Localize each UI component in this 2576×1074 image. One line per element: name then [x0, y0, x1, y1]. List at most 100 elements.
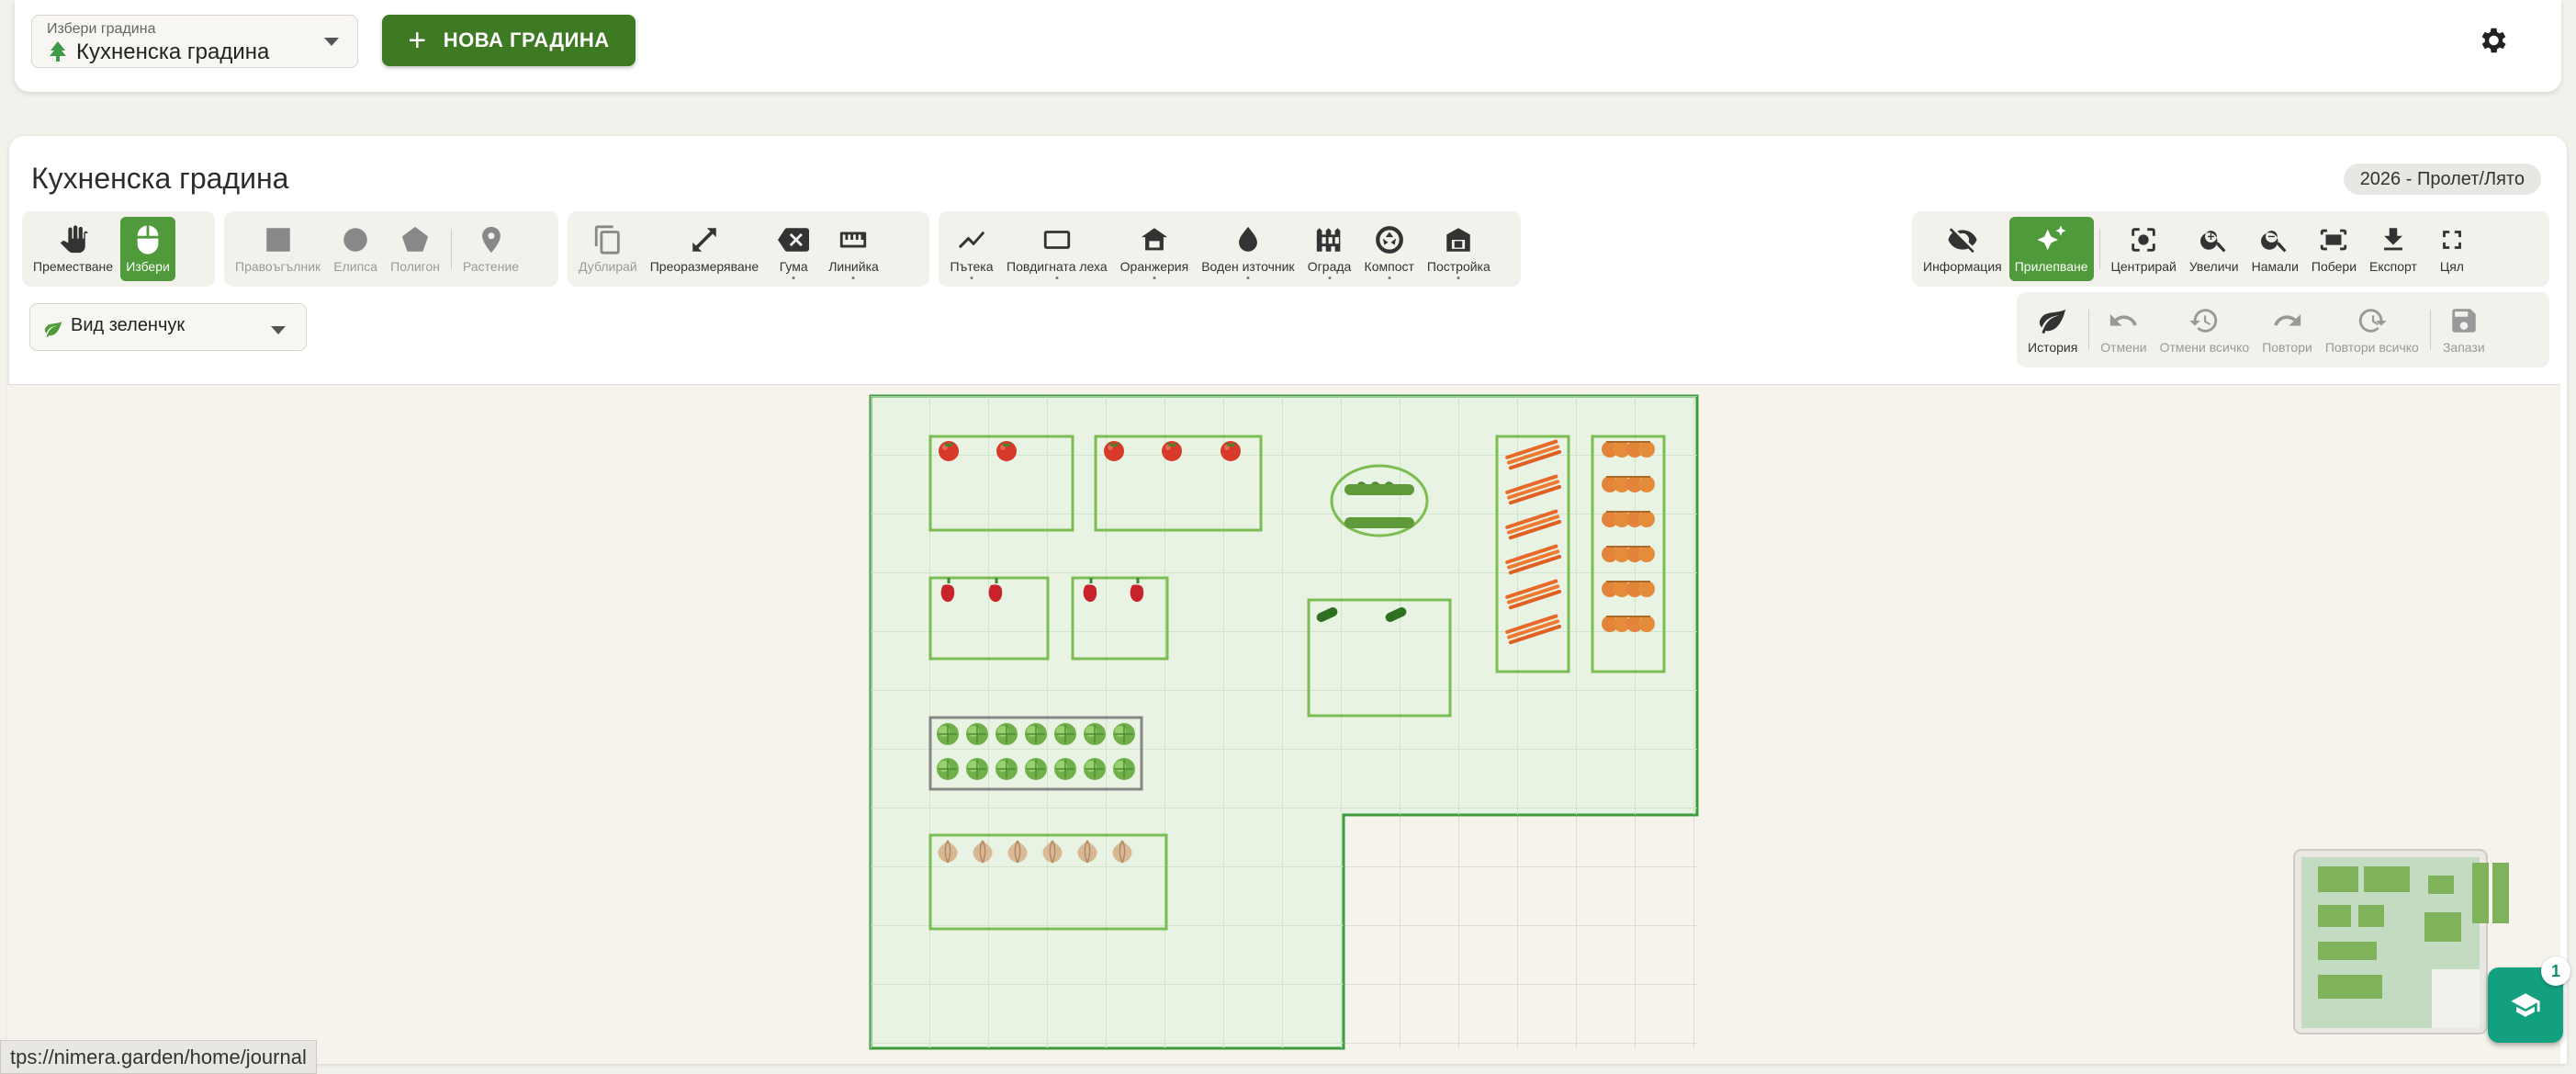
water-drop-icon [1238, 226, 1257, 252]
zoom-out-label: Намали [2251, 259, 2299, 274]
garden-canvas-svg[interactable] [7, 385, 2560, 1064]
rectangle-button[interactable]: Правоъгълник [230, 217, 326, 281]
sparkle-icon [2037, 225, 2066, 251]
undo-button[interactable]: Отмени [2095, 298, 2152, 362]
compost-button[interactable]: Компост [1359, 217, 1420, 281]
redo-all-button[interactable]: Повтори всичко [2320, 298, 2424, 362]
move-button[interactable]: Преместване [28, 217, 118, 281]
undo-all-button[interactable]: Отмени всичко [2154, 298, 2255, 362]
zoom-out-button[interactable]: Намали [2246, 217, 2304, 281]
menu-dot [792, 277, 795, 279]
undo-all-label: Отмени всичко [2159, 340, 2250, 355]
tomato-icon [1162, 441, 1182, 461]
polygon-button[interactable]: Полигон [385, 217, 445, 281]
plant-button[interactable]: Растение [457, 217, 524, 281]
menu-dot [1153, 277, 1156, 279]
vegetable-type-value: Вид зеленчук [71, 315, 186, 335]
redo-button[interactable]: Повтори [2256, 298, 2318, 362]
help-button[interactable]: 1 [2488, 956, 2570, 1043]
path-label: Пътека [950, 259, 994, 274]
eye-off-icon [1948, 228, 1977, 254]
duplicate-button[interactable]: Дублирай [573, 217, 643, 281]
snap-button[interactable]: Прилепване [2008, 217, 2094, 281]
fence-button[interactable]: Ограда [1302, 217, 1357, 281]
info-button[interactable]: Информация [1918, 217, 2008, 281]
water-source-button[interactable]: Воден източник [1196, 217, 1299, 281]
center-focus-icon [2132, 228, 2155, 252]
tree-icon [50, 41, 66, 62]
eraser-button[interactable]: Гума [766, 217, 821, 281]
eraser-label: Гума [779, 259, 808, 274]
menu-dot [1388, 277, 1391, 279]
graduation-cap-icon [2511, 993, 2540, 1017]
rectangle-label: Правоъгълник [235, 259, 321, 274]
garden-canvas[interactable] [7, 384, 2560, 1064]
compost-label: Компост [1364, 259, 1414, 274]
duplicate-label: Дублирай [579, 259, 637, 274]
tomato-icon [1221, 441, 1241, 461]
export-label: Експорт [2369, 259, 2417, 274]
fit-label: Побери [2311, 259, 2357, 274]
raised-bed-button[interactable]: Повдигната леха [1001, 217, 1113, 281]
divider [2088, 310, 2090, 350]
lettuce-icon [1112, 757, 1136, 781]
new-garden-button[interactable]: + НОВА ГРАДИНА [382, 15, 636, 66]
path-button[interactable]: Пътека [944, 217, 999, 281]
menu-dot [1457, 277, 1460, 279]
lettuce-icon [965, 722, 989, 746]
fit-button[interactable]: Побери [2306, 217, 2362, 281]
gear-icon[interactable] [2476, 24, 2509, 57]
chevron-down-icon [324, 38, 339, 46]
building-button[interactable]: Постройка [1422, 217, 1496, 281]
resize-label: Преоразмеряване [649, 259, 759, 274]
move-label: Преместване [33, 259, 114, 274]
minimap[interactable] [2293, 849, 2509, 1034]
ruler-button[interactable]: Линийка [823, 217, 884, 281]
center-button[interactable]: Центрирай [2106, 217, 2182, 281]
export-button[interactable]: Експорт [2364, 217, 2423, 281]
redo-label: Повтори [2262, 340, 2312, 355]
resize-button[interactable]: Преоразмеряване [645, 217, 764, 281]
history-label: История [2028, 340, 2078, 355]
greenhouse-button[interactable]: Оранжерия [1115, 217, 1195, 281]
zoom-in-icon [2199, 231, 2226, 253]
plus-icon: + [408, 23, 427, 58]
rectangle-icon [265, 228, 290, 252]
circle-icon [343, 228, 367, 252]
redo-all-label: Повтори всичко [2324, 340, 2419, 355]
fullscreen-button[interactable]: Цял [2424, 217, 2480, 281]
history-icon [2189, 309, 2218, 333]
pentagon-icon [401, 226, 429, 252]
lettuce-icon [1053, 722, 1077, 746]
vegetable-type-select[interactable]: Вид зеленчук [29, 303, 307, 351]
zoom-in-button[interactable]: Увеличи [2184, 217, 2244, 281]
save-icon [2452, 309, 2476, 333]
chevron-down-icon [271, 326, 286, 334]
water-source-label: Воден източник [1201, 259, 1295, 274]
lettuce-icon [936, 757, 960, 781]
select-button[interactable]: Избери [120, 217, 176, 281]
garden-select[interactable]: Избери градина Кухненска градина [31, 15, 358, 68]
menu-dot [1328, 277, 1332, 279]
mouse-icon [137, 225, 159, 254]
fence-icon [1316, 228, 1340, 252]
page-title: Кухненска градина [31, 162, 289, 195]
snap-label: Прилепване [2014, 259, 2088, 274]
resize-arrows-icon [692, 228, 716, 252]
lettuce-icon [1083, 722, 1107, 746]
garden-select-label: Избери градина [47, 21, 156, 37]
save-button[interactable]: Запази [2436, 298, 2492, 362]
plant-label: Растение [463, 259, 520, 274]
undo-icon [2110, 313, 2138, 326]
tomato-icon [939, 441, 959, 461]
divider [2429, 310, 2431, 350]
ellipse-button[interactable]: Елипса [328, 217, 383, 281]
lettuce-icon [1112, 722, 1136, 746]
raised-bed-icon [1043, 231, 1070, 249]
season-badge[interactable]: 2026 - Пролет/Лято [2343, 164, 2541, 195]
history-button[interactable]: История [2022, 298, 2083, 362]
redo-history-icon [2358, 309, 2387, 333]
redo-icon [2273, 313, 2300, 326]
zoom-in-label: Увеличи [2188, 259, 2239, 274]
fence-label: Ограда [1307, 259, 1352, 274]
